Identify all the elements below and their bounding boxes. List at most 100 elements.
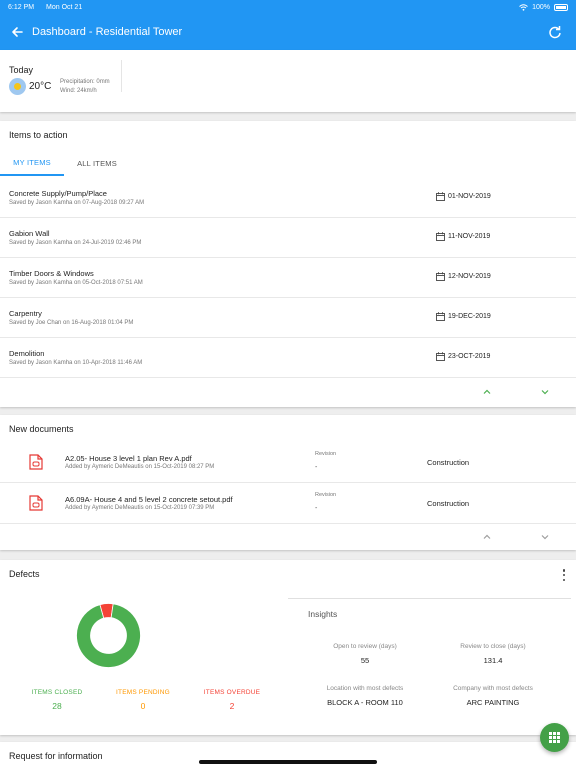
list-item[interactable]: Concrete Supply/Pump/Place Saved by Jaso… bbox=[0, 178, 576, 218]
stat-items-pending: ITEMS PENDING 0 bbox=[98, 689, 188, 711]
new-documents-title: New documents bbox=[9, 424, 74, 434]
status-date: Mon Oct 21 bbox=[46, 3, 83, 11]
rfi-title: Request for information bbox=[9, 751, 103, 761]
item-due-date: 19-DEC-2019 bbox=[448, 313, 491, 320]
pdf-file-icon bbox=[29, 454, 43, 470]
weather-precipitation: Precipitation: 0mm bbox=[60, 79, 110, 85]
stat-label: ITEMS PENDING bbox=[116, 689, 170, 696]
battery-icon bbox=[554, 3, 568, 11]
item-saved-by: Saved by Jason Kamha on 24-Jul-2019 02:4… bbox=[9, 240, 142, 246]
wifi-icon bbox=[519, 3, 528, 11]
chevron-up-icon[interactable] bbox=[482, 387, 492, 397]
insight-label: Location with most defects bbox=[326, 685, 404, 692]
app-bar: Dashboard - Residential Tower bbox=[0, 14, 576, 50]
insight-open-to-review: Open to review (days) 55 bbox=[295, 643, 435, 665]
document-category: Construction bbox=[427, 458, 470, 467]
weather-card: Today 20°C Precipitation: 0mm Wind: 24km… bbox=[0, 50, 576, 112]
item-due-date: 23-OCT-2019 bbox=[448, 353, 491, 360]
item-due-date: 01-NOV-2019 bbox=[448, 193, 491, 200]
list-item[interactable]: Timber Doors & Windows Saved by Jason Ka… bbox=[0, 258, 576, 298]
document-name: A6.09A- House 4 and 5 level 2 concrete s… bbox=[65, 495, 233, 504]
calendar-icon bbox=[436, 272, 445, 281]
revision-value: - bbox=[315, 464, 318, 471]
document-name: A2.05- House 3 level 1 plan Rev A.pdf bbox=[65, 454, 192, 463]
stat-items-closed: ITEMS CLOSED 28 bbox=[12, 689, 102, 711]
item-due-date: 11-NOV-2019 bbox=[448, 233, 491, 240]
list-item[interactable]: A2.05- House 3 level 1 plan Rev A.pdf Ad… bbox=[0, 442, 576, 483]
calendar-icon bbox=[436, 232, 445, 241]
item-saved-by: Saved by Jason Kamha on 10-Apr-2018 11:4… bbox=[9, 360, 143, 366]
defects-donut-chart bbox=[76, 603, 141, 668]
defects-title: Defects bbox=[9, 569, 40, 579]
insight-label: Open to review (days) bbox=[333, 643, 397, 650]
item-name: Concrete Supply/Pump/Place bbox=[9, 189, 107, 198]
divider bbox=[121, 60, 122, 92]
status-time: 6:12 PM bbox=[8, 3, 35, 11]
grid-icon bbox=[549, 732, 560, 743]
stat-value: 28 bbox=[52, 701, 62, 711]
insight-review-to-close: Review to close (days) 131.4 bbox=[423, 643, 563, 665]
weather-details: Precipitation: 0mm Wind: 24km/h bbox=[60, 78, 110, 95]
item-saved-by: Saved by Joe Chan on 16-Aug-2018 01:04 P… bbox=[9, 320, 134, 326]
status-bar: 6:12 PM Mon Oct 21 100% bbox=[0, 0, 576, 14]
item-due-date: 12-NOV-2019 bbox=[448, 273, 491, 280]
sunny-icon bbox=[9, 78, 26, 95]
chevron-down-icon[interactable] bbox=[540, 532, 550, 542]
more-vert-icon[interactable] bbox=[562, 569, 566, 581]
insights-title: Insights bbox=[308, 609, 338, 619]
stat-label: ITEMS CLOSED bbox=[31, 689, 83, 696]
tab-all-items[interactable]: ALL ITEMS bbox=[64, 150, 130, 176]
item-name: Carpentry bbox=[9, 309, 42, 318]
items-tabs: MY ITEMS ALL ITEMS bbox=[0, 150, 576, 178]
revision-label: Revision bbox=[315, 492, 337, 498]
insight-value: 131.4 bbox=[483, 656, 503, 665]
item-name: Demolition bbox=[9, 349, 45, 358]
weather-day-label: Today bbox=[9, 65, 34, 75]
stat-value: 0 bbox=[140, 701, 146, 711]
insight-value: BLOCK A - ROOM 110 bbox=[327, 698, 403, 707]
list-item[interactable]: A6.09A- House 4 and 5 level 2 concrete s… bbox=[0, 483, 576, 524]
document-added-by: Added by Aymeric DeMeautis on 15-Oct-201… bbox=[65, 505, 215, 511]
calendar-icon bbox=[436, 312, 445, 321]
pdf-file-icon bbox=[29, 495, 43, 511]
item-name: Timber Doors & Windows bbox=[9, 269, 94, 278]
item-saved-by: Saved by Jason Kamha on 05-Oct-2018 07:5… bbox=[9, 280, 143, 286]
divider bbox=[288, 598, 571, 599]
battery-percent: 100% bbox=[532, 3, 550, 11]
insight-location: Location with most defects BLOCK A - ROO… bbox=[295, 685, 435, 707]
chevron-up-icon[interactable] bbox=[482, 532, 492, 542]
tab-my-items[interactable]: MY ITEMS bbox=[0, 150, 64, 176]
new-documents-card: New documents A2.05- House 3 level 1 pla… bbox=[0, 415, 576, 550]
stat-items-overdue: ITEMS OVERDUE 2 bbox=[187, 689, 277, 711]
document-category: Construction bbox=[427, 499, 470, 508]
list-item[interactable]: Gabion Wall Saved by Jason Kamha on 24-J… bbox=[0, 218, 576, 258]
refresh-icon[interactable] bbox=[548, 25, 562, 39]
document-added-by: Added by Aymeric DeMeautis on 15-Oct-201… bbox=[65, 464, 215, 470]
arrow-left-icon bbox=[12, 27, 23, 37]
items-to-action-card: Items to action MY ITEMS ALL ITEMS Concr… bbox=[0, 121, 576, 407]
insight-value: 55 bbox=[360, 656, 370, 665]
items-to-action-title: Items to action bbox=[9, 130, 68, 140]
insight-label: Company with most defects bbox=[453, 685, 533, 692]
insight-company: Company with most defects ARC PAINTING bbox=[423, 685, 563, 707]
list-item[interactable]: Carpentry Saved by Joe Chan on 16-Aug-20… bbox=[0, 298, 576, 338]
request-for-information-card: Request for information bbox=[0, 742, 576, 768]
apps-fab-button[interactable] bbox=[540, 723, 569, 752]
weather-temperature: 20°C bbox=[29, 81, 52, 92]
item-saved-by: Saved by Jason Kamha on 07-Aug-2018 09:2… bbox=[9, 200, 145, 206]
defects-card: Defects ITEMS CLOSED 28 ITEMS PENDING 0 … bbox=[0, 560, 576, 735]
back-button[interactable] bbox=[10, 25, 24, 39]
revision-label: Revision bbox=[315, 451, 337, 457]
calendar-icon bbox=[436, 352, 445, 361]
insight-label: Review to close (days) bbox=[460, 643, 526, 650]
revision-value: - bbox=[315, 505, 318, 512]
insight-value: ARC PAINTING bbox=[466, 698, 520, 707]
page-title: Dashboard - Residential Tower bbox=[32, 26, 183, 38]
chevron-down-icon[interactable] bbox=[540, 387, 550, 397]
item-name: Gabion Wall bbox=[9, 229, 50, 238]
home-indicator[interactable] bbox=[199, 760, 377, 764]
calendar-icon bbox=[436, 192, 445, 201]
stat-label: ITEMS OVERDUE bbox=[203, 689, 261, 696]
weather-wind: Wind: 24km/h bbox=[60, 87, 97, 94]
list-item[interactable]: Demolition Saved by Jason Kamha on 10-Ap… bbox=[0, 338, 576, 378]
